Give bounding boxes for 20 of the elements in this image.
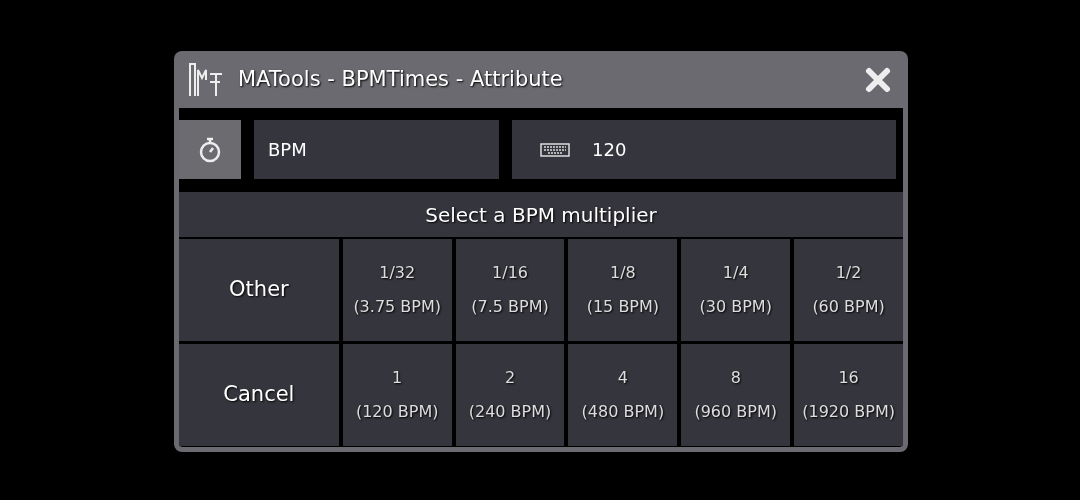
multiplier-button[interactable]: 4 (480 BPM) [568, 344, 678, 446]
action-button[interactable]: Other [179, 239, 339, 341]
prompt-header: Select a BPM multiplier [179, 192, 903, 237]
action-button[interactable]: Cancel [179, 344, 339, 446]
multiplier-button[interactable]: 1/4 (30 BPM) [681, 239, 791, 341]
multiplier-button[interactable]: 1/32 (3.75 BPM) [342, 239, 452, 341]
label-field[interactable]: BPM [254, 120, 499, 179]
multiplier-button[interactable]: 1 (120 BPM) [342, 344, 452, 446]
multiplier-button[interactable]: 1/16 (7.5 BPM) [455, 239, 565, 341]
close-icon [864, 65, 892, 94]
window-title: MATools - BPMTimes - Attribute [238, 65, 564, 93]
value-text: 120 [592, 138, 627, 162]
multiplier-button[interactable]: 1/8 (15 BPM) [568, 239, 678, 341]
keyboard-icon [540, 142, 570, 157]
multiplier-button[interactable]: 2 (240 BPM) [455, 344, 565, 446]
timer-button[interactable] [179, 120, 241, 179]
value-field[interactable]: 120 [512, 120, 896, 179]
multiplier-button[interactable]: 8 (960 BPM) [681, 344, 791, 446]
multiplier-button[interactable]: 16 (1920 BPM) [794, 344, 903, 446]
multiplier-button[interactable]: 1/2 (60 BPM) [794, 239, 903, 341]
